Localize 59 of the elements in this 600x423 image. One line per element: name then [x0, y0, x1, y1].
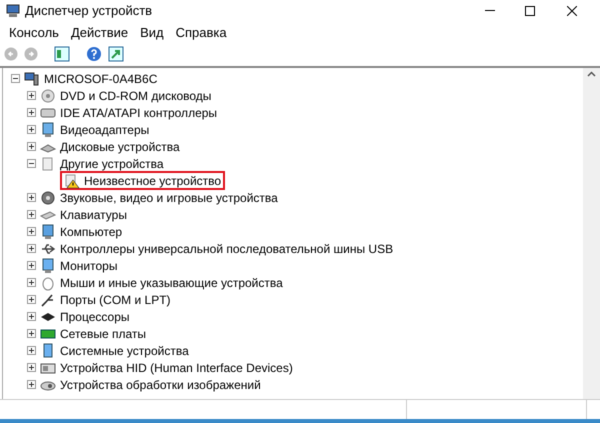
device-icon: [40, 258, 56, 274]
device-icon: [40, 224, 56, 240]
expand-icon[interactable]: [27, 227, 36, 236]
tree-item[interactable]: Звуковые, видео и игровые устройства: [60, 188, 278, 206]
device-icon: [40, 88, 56, 104]
computer-icon: [24, 70, 40, 86]
expand-icon[interactable]: [27, 193, 36, 202]
expand-icon[interactable]: [27, 346, 36, 355]
expand-icon[interactable]: [27, 295, 36, 304]
collapse-icon[interactable]: [11, 74, 20, 83]
tree-item[interactable]: Дисковые устройства: [60, 138, 180, 156]
minimize-icon: [485, 10, 495, 12]
tree-item[interactable]: Компьютер: [60, 222, 122, 240]
tree-item[interactable]: Устройства обработки изображений: [60, 376, 261, 394]
close-icon: [567, 6, 577, 16]
tree-item[interactable]: Другие устройства: [60, 154, 164, 172]
device-icon: [40, 122, 56, 138]
expand-icon[interactable]: [27, 91, 36, 100]
expand-icon[interactable]: [27, 363, 36, 372]
window-icon[interactable]: [108, 46, 124, 62]
expand-icon[interactable]: [27, 329, 36, 338]
expand-icon[interactable]: [27, 108, 36, 117]
tree-item[interactable]: Порты (COM и LPT): [60, 290, 171, 308]
scroll-up-icon[interactable]: [587, 71, 596, 77]
tree-item[interactable]: Процессоры: [60, 308, 130, 326]
menu-item[interactable]: Консоль: [4, 23, 64, 43]
tree-item[interactable]: Мыши и иные указывающие устройства: [60, 274, 283, 292]
tree-item[interactable]: Контроллеры универсальной последовательной шины USB: [60, 240, 394, 258]
tree-item[interactable]: Неизвестное устройство: [84, 172, 222, 190]
window-title: Диспетчер устройств: [25, 2, 152, 20]
expand-icon[interactable]: [27, 261, 36, 270]
tree-item[interactable]: MICROSOF-0A4B6C: [44, 70, 158, 88]
device-icon: [40, 292, 56, 308]
device-icon: [40, 274, 56, 290]
tree-item[interactable]: Сетевые платы: [60, 324, 146, 342]
help-icon[interactable]: [86, 46, 102, 62]
device-icon: [40, 190, 56, 206]
tree-item[interactable]: Мониторы: [60, 256, 118, 274]
expand-icon[interactable]: [27, 380, 36, 389]
tree-item[interactable]: Системные устройства: [60, 342, 189, 360]
tree-item[interactable]: Устройства HID (Human Interface Devices): [60, 358, 293, 376]
expand-icon[interactable]: [27, 142, 36, 151]
menu-item[interactable]: Действие: [66, 23, 134, 43]
tree-item[interactable]: Видеоадаптеры: [60, 120, 150, 138]
collapse-icon[interactable]: [27, 159, 36, 168]
menu-item[interactable]: Вид: [135, 23, 169, 43]
tree-item[interactable]: IDE ATA/ATAPI контроллеры: [60, 104, 218, 122]
expand-icon[interactable]: [27, 125, 36, 134]
expand-icon[interactable]: [27, 210, 36, 219]
tree-item[interactable]: Клавиатуры: [60, 206, 127, 224]
expand-icon[interactable]: [27, 312, 36, 321]
expand-icon[interactable]: [27, 278, 36, 287]
computer-icon: [5, 3, 21, 19]
tree-item[interactable]: DVD и CD-ROM дисководы: [60, 86, 212, 104]
menu-item[interactable]: Справка: [170, 23, 232, 43]
properties-icon[interactable]: [54, 46, 70, 62]
scrollbar[interactable]: [583, 68, 600, 399]
expand-icon[interactable]: [27, 244, 36, 253]
maximize-icon: [525, 6, 535, 16]
